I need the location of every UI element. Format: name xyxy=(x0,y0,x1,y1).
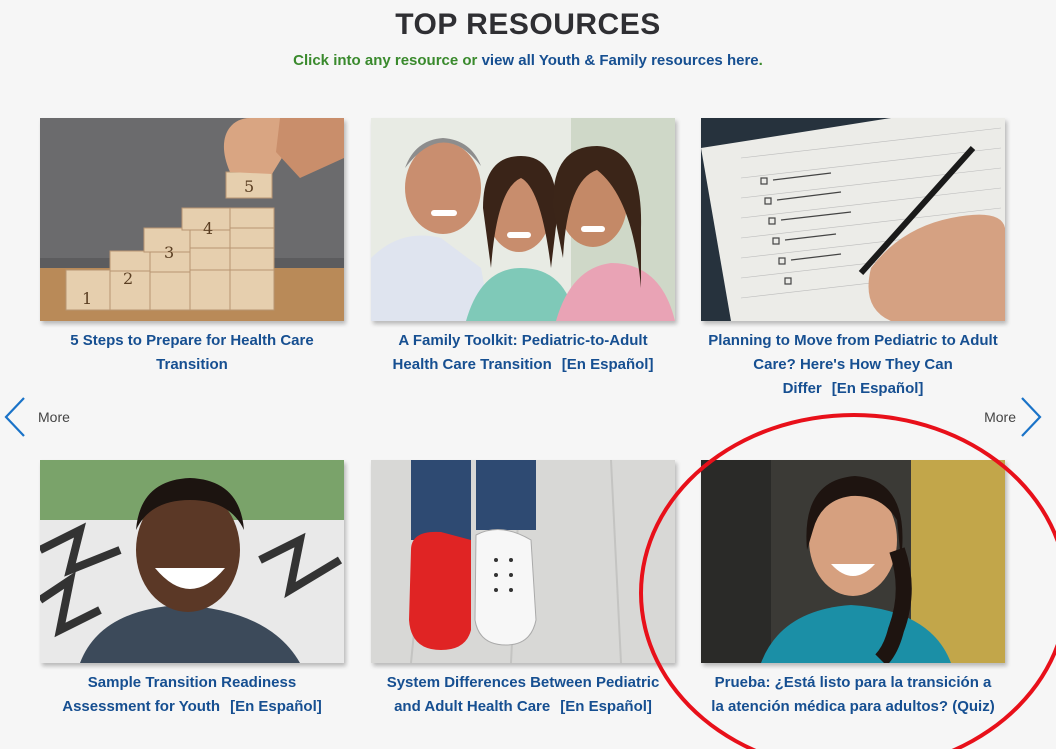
resource-image-shoes[interactable] xyxy=(371,460,675,663)
stacked-blocks-image: 1 2 3 4 5 xyxy=(40,118,344,321)
resource-card-family-toolkit[interactable]: A Family Toolkit: Pediatric-to-Adult Hea… xyxy=(371,118,675,377)
subtitle-text: Click into any resource or xyxy=(293,52,482,69)
resource-title[interactable]: Prueba: ¿Está listo para la transición a… xyxy=(701,671,1005,719)
resource-title[interactable]: Planning to Move from Pediatric to Adult… xyxy=(701,329,1005,401)
carousel-next-label[interactable]: More xyxy=(984,409,1016,425)
resource-card-readiness-assessment[interactable]: Sample Transition Readiness Assessment f… xyxy=(40,460,344,719)
svg-text:2: 2 xyxy=(123,269,133,288)
sneakers-image xyxy=(371,460,675,663)
page-title: TOP RESOURCES xyxy=(395,8,661,41)
spanish-version-link[interactable]: [En Español] xyxy=(832,380,924,397)
carousel-next-button[interactable]: More xyxy=(984,396,1042,438)
resource-image-blocks[interactable]: 1 2 3 4 5 xyxy=(40,118,344,321)
svg-text:5: 5 xyxy=(244,177,254,196)
checklist-writing-image xyxy=(701,118,1005,321)
svg-text:4: 4 xyxy=(203,219,213,238)
resource-title[interactable]: A Family Toolkit: Pediatric-to-Adult Hea… xyxy=(371,329,675,377)
subtitle: Click into any resource or view all Yout… xyxy=(0,52,1056,69)
resource-image-checklist[interactable] xyxy=(701,118,1005,321)
resource-image-youth[interactable] xyxy=(40,460,344,663)
view-all-resources-link[interactable]: view all Youth & Family resources here xyxy=(482,52,759,69)
spanish-version-link[interactable]: [En Español] xyxy=(230,698,322,715)
smiling-woman-image xyxy=(701,460,1005,663)
resource-title[interactable]: Sample Transition Readiness Assessment f… xyxy=(40,671,344,719)
chevron-left-icon[interactable] xyxy=(4,396,26,438)
spanish-version-link[interactable]: [En Español] xyxy=(562,356,654,373)
svg-text:3: 3 xyxy=(164,243,174,262)
resource-title-text[interactable]: Prueba: ¿Está listo para la transición a… xyxy=(711,674,994,715)
smiling-youth-image xyxy=(40,460,344,663)
resource-image-woman[interactable] xyxy=(701,460,1005,663)
carousel-prev-button[interactable]: More xyxy=(4,396,70,438)
svg-text:1: 1 xyxy=(82,289,92,308)
resource-image-family[interactable] xyxy=(371,118,675,321)
resource-card-5-steps[interactable]: 1 2 3 4 5 5 Steps to Prepare for Health Care… xyxy=(40,118,344,377)
carousel-prev-label[interactable]: More xyxy=(38,409,70,425)
resource-card-planning-move[interactable]: Planning to Move from Pediatric to Adult… xyxy=(701,118,1005,401)
resource-title-text[interactable]: 5 Steps to Prepare for Health Care Trans… xyxy=(70,332,313,373)
spanish-version-link[interactable]: [En Español] xyxy=(560,698,652,715)
resource-card-quiz[interactable]: Prueba: ¿Está listo para la transición a… xyxy=(701,460,1005,719)
resource-title[interactable]: 5 Steps to Prepare for Health Care Trans… xyxy=(40,329,344,377)
chevron-right-icon[interactable] xyxy=(1020,396,1042,438)
family-photo-image xyxy=(371,118,675,321)
resource-title[interactable]: System Differences Between Pediatric and… xyxy=(371,671,675,719)
subtitle-period: . xyxy=(758,52,763,69)
resource-card-system-differences[interactable]: System Differences Between Pediatric and… xyxy=(371,460,675,719)
